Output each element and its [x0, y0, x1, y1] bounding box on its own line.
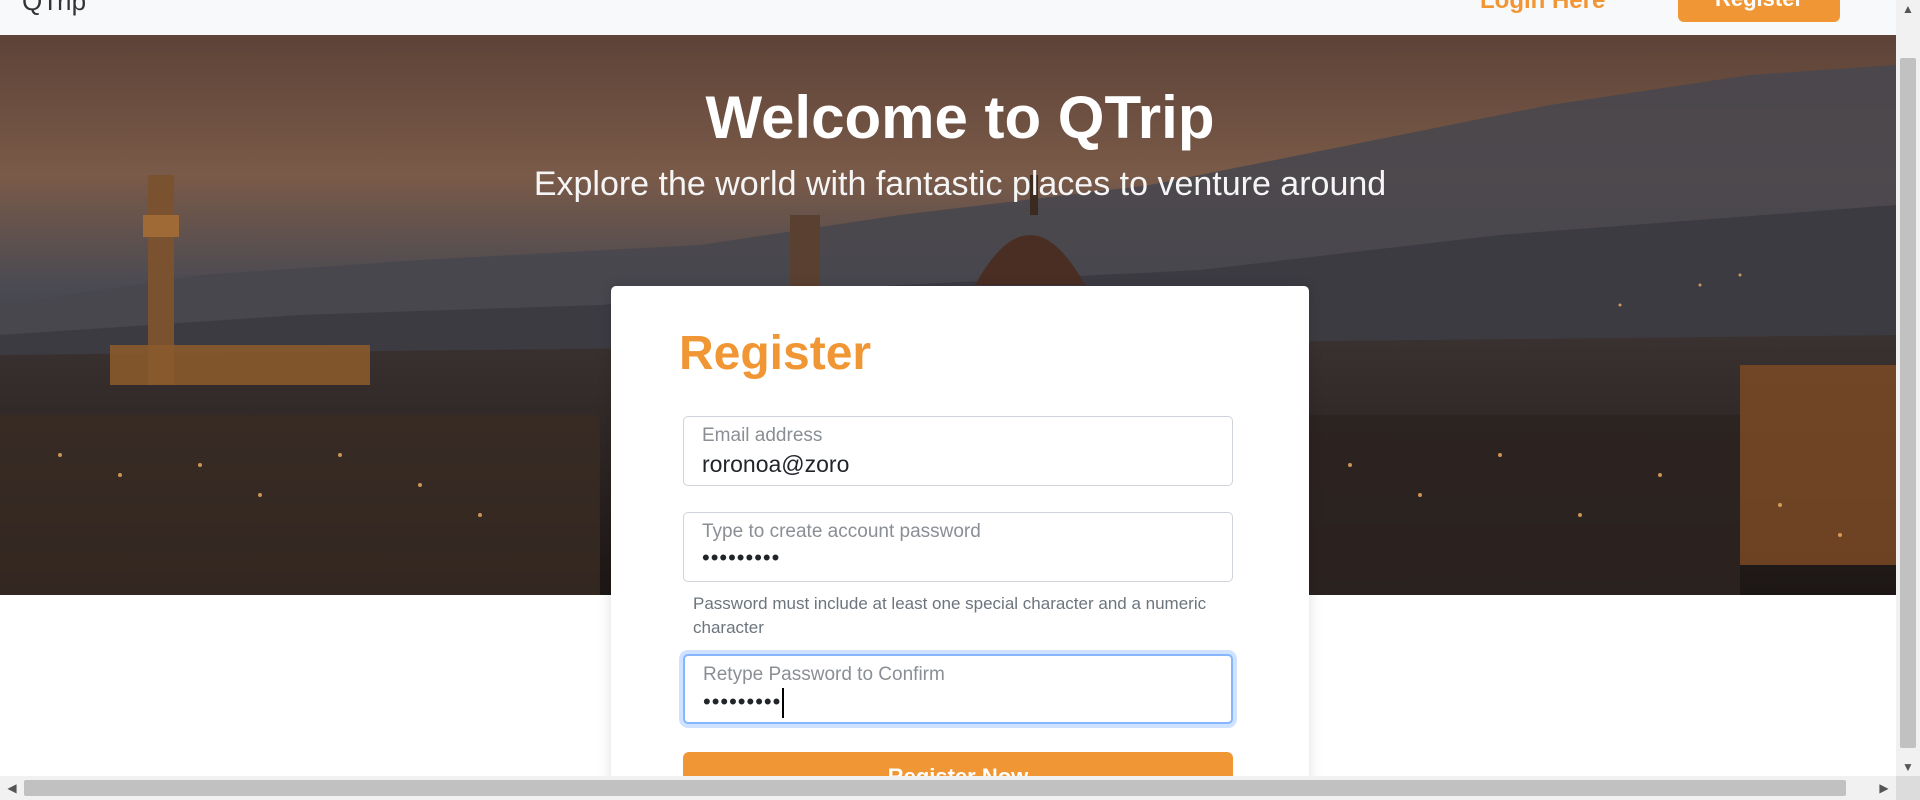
register-now-button[interactable]: Register Now	[683, 752, 1233, 776]
chevron-up-icon[interactable]: ▲	[1896, 0, 1920, 18]
text-caret	[782, 688, 785, 718]
scrollbar-corner	[1896, 776, 1920, 800]
nav-register-button[interactable]: Register	[1678, 0, 1840, 22]
confirm-password-field[interactable]: Retype Password to Confirm •••••••••	[683, 654, 1233, 724]
password-value: •••••••••	[702, 545, 781, 570]
chevron-left-icon[interactable]: ◀	[2, 776, 22, 800]
vertical-scrollbar[interactable]: ▲ ▼	[1896, 0, 1920, 776]
password-field[interactable]: Type to create account password ••••••••…	[683, 512, 1233, 582]
email-label: Email address	[702, 425, 823, 446]
register-title: Register	[679, 327, 872, 380]
horizontal-scroll-thumb[interactable]	[24, 780, 1846, 796]
hero-title: Welcome to QTrip	[705, 84, 1215, 151]
email-value: roronoa@zoro	[702, 451, 850, 477]
register-card: Register Email address roronoa@zoro Type…	[611, 286, 1309, 776]
chevron-right-icon[interactable]: ▶	[1874, 776, 1894, 800]
brand-logo[interactable]: QTrip	[22, 0, 86, 17]
login-link[interactable]: Login Here	[1480, 0, 1605, 15]
horizontal-scrollbar[interactable]: ◀ ▶	[0, 776, 1896, 800]
chevron-down-icon[interactable]: ▼	[1896, 758, 1920, 776]
password-label: Type to create account password	[702, 521, 981, 542]
password-hint: Password must include at least one speci…	[693, 594, 1207, 637]
email-field[interactable]: Email address roronoa@zoro	[683, 416, 1233, 486]
confirm-password-label: Retype Password to Confirm	[703, 664, 945, 685]
page: QTrip Login Here Register	[0, 0, 1896, 776]
confirm-password-value: •••••••••	[703, 688, 785, 718]
navbar: QTrip Login Here Register	[0, 0, 1896, 36]
vertical-scroll-thumb[interactable]	[1900, 58, 1916, 748]
hero-subtitle: Explore the world with fantastic places …	[533, 165, 1387, 203]
